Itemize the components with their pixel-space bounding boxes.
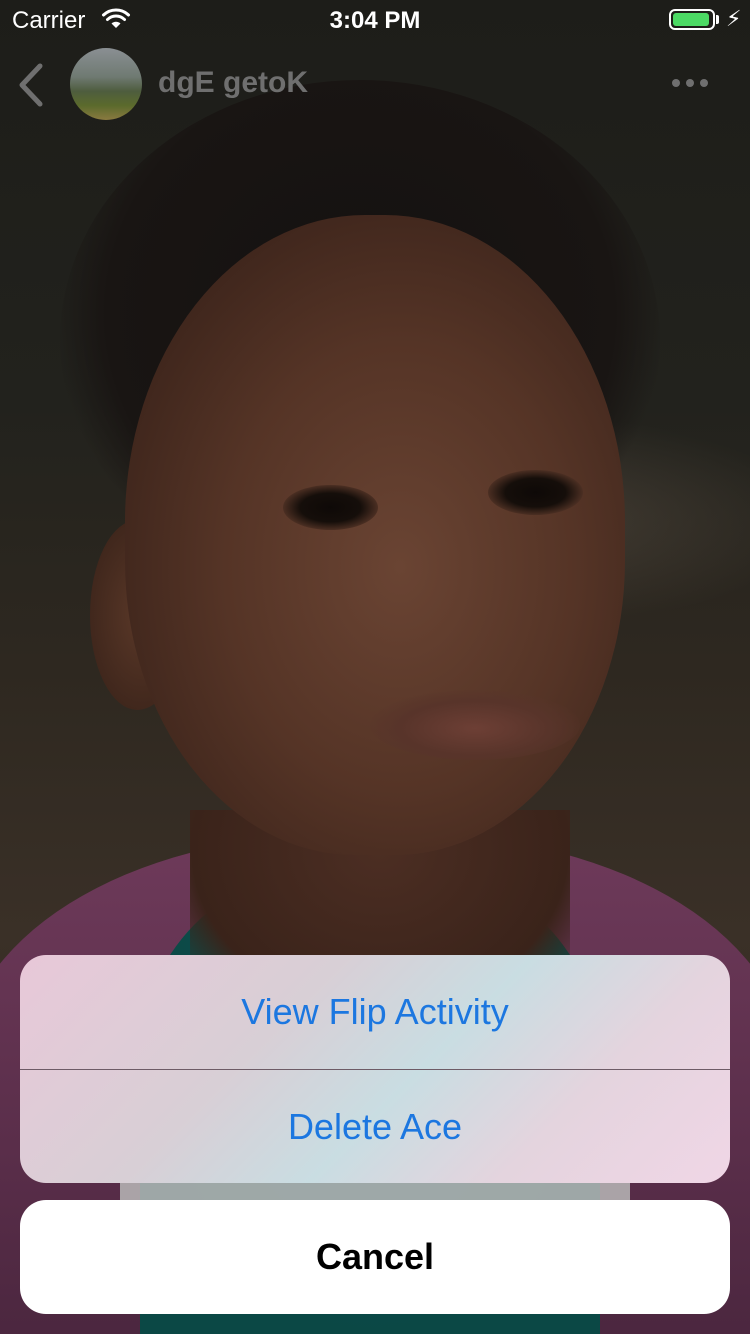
photo-mouth bbox=[370, 690, 580, 760]
delete-ace-button[interactable]: Delete Ace bbox=[20, 1070, 730, 1183]
battery-level-fill bbox=[673, 13, 709, 26]
status-bar: Carrier 3:04 PM ⚡︎ bbox=[0, 0, 750, 40]
more-dot bbox=[672, 79, 680, 87]
username-label[interactable]: dgE getoK bbox=[158, 66, 308, 100]
status-time: 3:04 PM bbox=[329, 7, 421, 34]
photo-left-eye bbox=[283, 485, 378, 530]
charging-bolt-icon: ⚡︎ bbox=[726, 6, 742, 31]
back-chevron-icon[interactable] bbox=[12, 62, 52, 108]
action-sheet: View Flip Activity Delete Ace bbox=[20, 955, 730, 1183]
more-dot bbox=[686, 79, 694, 87]
battery-icon bbox=[669, 9, 715, 30]
battery-cap bbox=[716, 15, 719, 24]
cancel-button[interactable]: Cancel bbox=[20, 1200, 730, 1314]
more-dot bbox=[700, 79, 708, 87]
photo-right-eye bbox=[488, 470, 583, 515]
more-options-icon[interactable] bbox=[668, 68, 712, 98]
view-flip-activity-button[interactable]: View Flip Activity bbox=[20, 955, 730, 1069]
avatar[interactable] bbox=[70, 48, 142, 120]
photo-face bbox=[125, 215, 625, 855]
